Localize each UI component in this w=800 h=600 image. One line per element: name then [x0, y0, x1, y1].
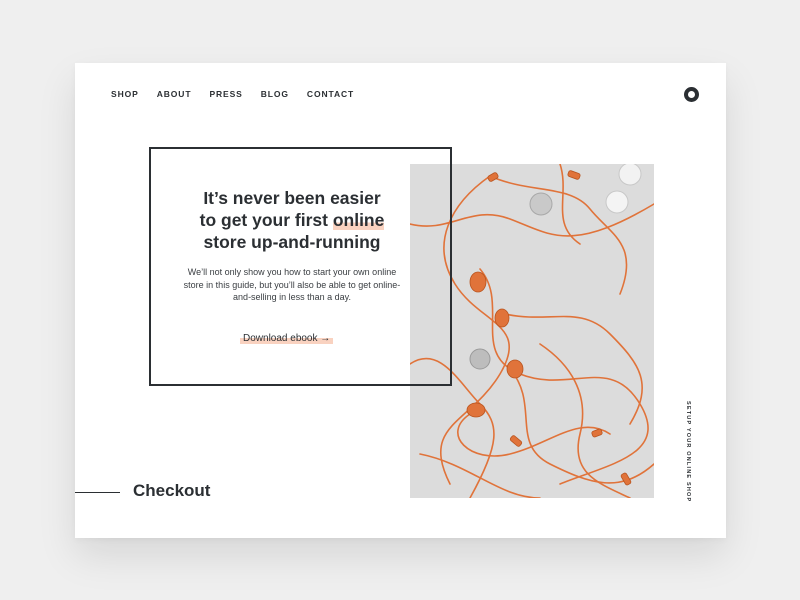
nav-item-shop[interactable]: SHOP [111, 89, 139, 99]
nav-item-blog[interactable]: BLOG [261, 89, 289, 99]
main-nav: SHOP ABOUT PRESS BLOG CONTACT [111, 89, 354, 99]
hero-headline: It’s never been easier to get your first… [179, 187, 405, 253]
circle-logo-icon[interactable] [684, 87, 699, 102]
nav-item-press[interactable]: PRESS [209, 89, 242, 99]
headline-line: It’s never been easier [203, 188, 381, 208]
hero-description: We’ll not only show you how to start you… [183, 267, 401, 302]
side-caption: SETUP YOUR ONLINE SHOP [685, 401, 691, 503]
download-ebook-link[interactable]: Download ebook → [240, 333, 334, 344]
headline-highlight: online [332, 210, 385, 230]
headline-line: store up-and-running [203, 232, 381, 252]
page-card: SHOP ABOUT PRESS BLOG CONTACT It’s never… [75, 63, 726, 538]
nav-item-about[interactable]: ABOUT [157, 89, 192, 99]
section-title: Checkout [133, 481, 211, 500]
headline-line: to get your first online [179, 209, 405, 231]
section-divider [75, 492, 120, 493]
hero-text: It’s never been easier to get your first… [179, 187, 405, 304]
nav-item-contact[interactable]: CONTACT [307, 89, 354, 99]
headline-text: to get your first [199, 210, 333, 230]
